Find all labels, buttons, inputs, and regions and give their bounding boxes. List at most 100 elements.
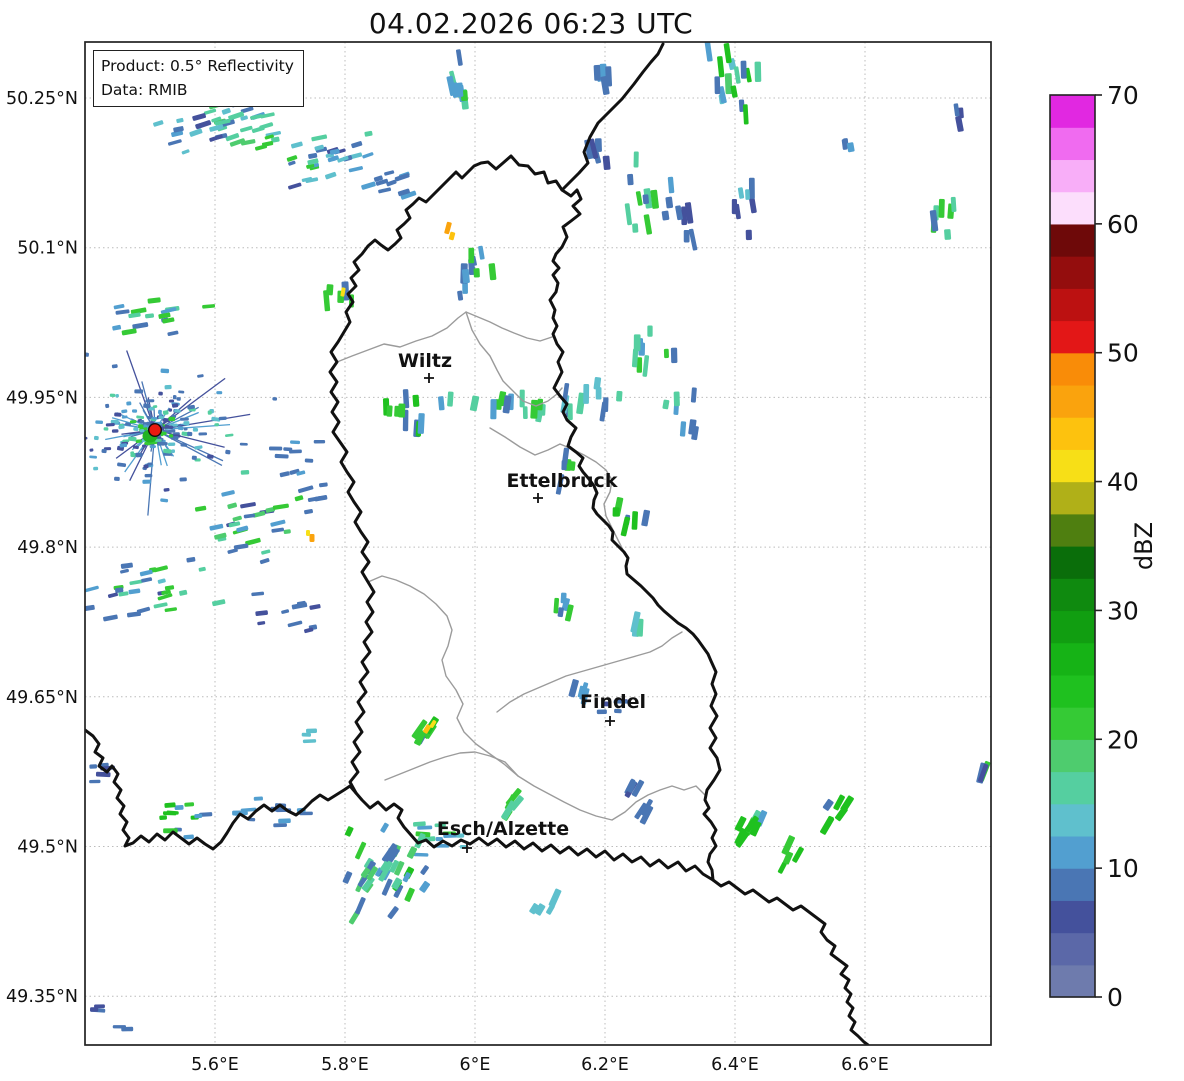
radar-echo	[314, 494, 328, 502]
colorbar-band	[1050, 288, 1095, 322]
radar-echo	[469, 395, 480, 412]
radar-echo	[294, 495, 304, 502]
radar-echo	[111, 429, 119, 433]
radar-echo	[171, 449, 176, 454]
colorbar-band	[1050, 449, 1095, 483]
radar-echo	[135, 452, 143, 458]
radar-echo	[183, 427, 188, 431]
radar-figure: 04.02.2026 06:23 UTC Product: 0.5° Refle…	[0, 0, 1184, 1081]
radar-echo	[85, 604, 95, 612]
radar-echo	[129, 420, 137, 424]
radar-echo	[361, 181, 376, 190]
radar-echo	[141, 577, 153, 583]
lat-tick-label: 49.5°N	[17, 838, 78, 858]
radar-echo	[733, 66, 741, 84]
radar-echo	[412, 394, 420, 407]
colorbar-tick-label: 20	[1107, 725, 1139, 754]
radar-echo	[89, 455, 98, 459]
radar-echo	[417, 413, 425, 434]
radar-echo	[133, 427, 139, 432]
region-border	[465, 311, 563, 407]
radar-echo	[272, 503, 289, 510]
colorbar-unit-label: dBZ	[1130, 522, 1158, 570]
lat-tick-label: 49.95°N	[6, 388, 78, 408]
radar-echo	[448, 231, 456, 241]
radar-echo	[641, 509, 651, 527]
radar-echo	[792, 846, 804, 863]
radar-echo	[944, 229, 952, 240]
radar-echo	[152, 405, 158, 409]
radar-echo	[120, 562, 133, 569]
radar-echo	[665, 196, 674, 209]
radar-echo	[239, 442, 248, 446]
radar-echo	[198, 566, 206, 572]
radar-echo	[195, 120, 212, 130]
radar-echo	[145, 313, 155, 319]
lat-tick-label: 50.1°N	[17, 239, 78, 259]
city-marker	[605, 716, 615, 726]
colorbar-band	[1050, 159, 1095, 193]
echo-layer	[85, 42, 991, 1032]
radar-echo	[167, 330, 179, 337]
colorbar-band	[1050, 384, 1095, 418]
radar-echo	[164, 384, 172, 390]
radar-echo	[647, 325, 653, 337]
radar-echo	[194, 445, 203, 450]
radar-echo	[304, 627, 314, 634]
radar-echo	[690, 387, 697, 403]
radar-echo	[168, 416, 176, 422]
radar-echo	[183, 421, 190, 426]
radar-echo	[283, 529, 291, 535]
radar-echo	[337, 155, 349, 163]
radar-echo	[938, 198, 945, 218]
radar-echo	[583, 383, 590, 404]
radar-echo	[179, 477, 187, 482]
radar-echo	[132, 409, 138, 413]
radar-echo	[172, 395, 177, 400]
radar-echo	[268, 446, 283, 451]
radar-echo	[745, 229, 752, 241]
lon-tick-label: 6°E	[460, 1055, 491, 1075]
radar-echo	[143, 464, 149, 469]
radar-echo	[673, 391, 680, 407]
radar-echo	[605, 66, 613, 87]
radar-echo	[216, 391, 223, 395]
lat-tick-label: 50.25°N	[6, 89, 78, 109]
radar-echo	[568, 679, 579, 698]
radar-echo	[130, 451, 135, 455]
lon-tick-label: 6.4°E	[711, 1055, 759, 1075]
region-border	[384, 751, 519, 781]
radar-echo	[192, 113, 207, 121]
radar-echo	[279, 471, 290, 478]
radar-echo	[278, 818, 291, 824]
radar-echo	[167, 442, 176, 446]
colorbar-band	[1050, 803, 1095, 837]
radar-echo	[380, 822, 389, 833]
radar-echo	[167, 139, 182, 146]
radar-echo	[225, 449, 231, 455]
radar-echo	[704, 42, 713, 62]
radar-echo	[309, 534, 315, 542]
radar-echo	[162, 410, 169, 416]
radar-echo	[143, 403, 151, 409]
radar-echo	[112, 324, 122, 331]
radar-echo	[631, 511, 639, 530]
radar-echo	[255, 610, 268, 617]
city-label: Esch/Alzette	[437, 818, 569, 840]
radar-echo	[198, 432, 208, 436]
radar-echo	[212, 599, 226, 607]
radar-echo	[387, 906, 399, 920]
radar-echo	[207, 410, 212, 415]
radar-echo	[209, 523, 224, 531]
radar-echo	[522, 406, 528, 420]
radar-echo	[146, 421, 151, 426]
radar-echo	[950, 196, 957, 213]
radar-echo	[456, 49, 463, 66]
radar-echo	[679, 421, 687, 437]
city-marker	[424, 373, 434, 383]
radar-echo	[398, 403, 406, 418]
city-label: Wiltz	[398, 350, 452, 372]
radar-echo	[289, 449, 302, 454]
radar-echo	[149, 445, 156, 449]
radar-echo	[113, 303, 125, 310]
